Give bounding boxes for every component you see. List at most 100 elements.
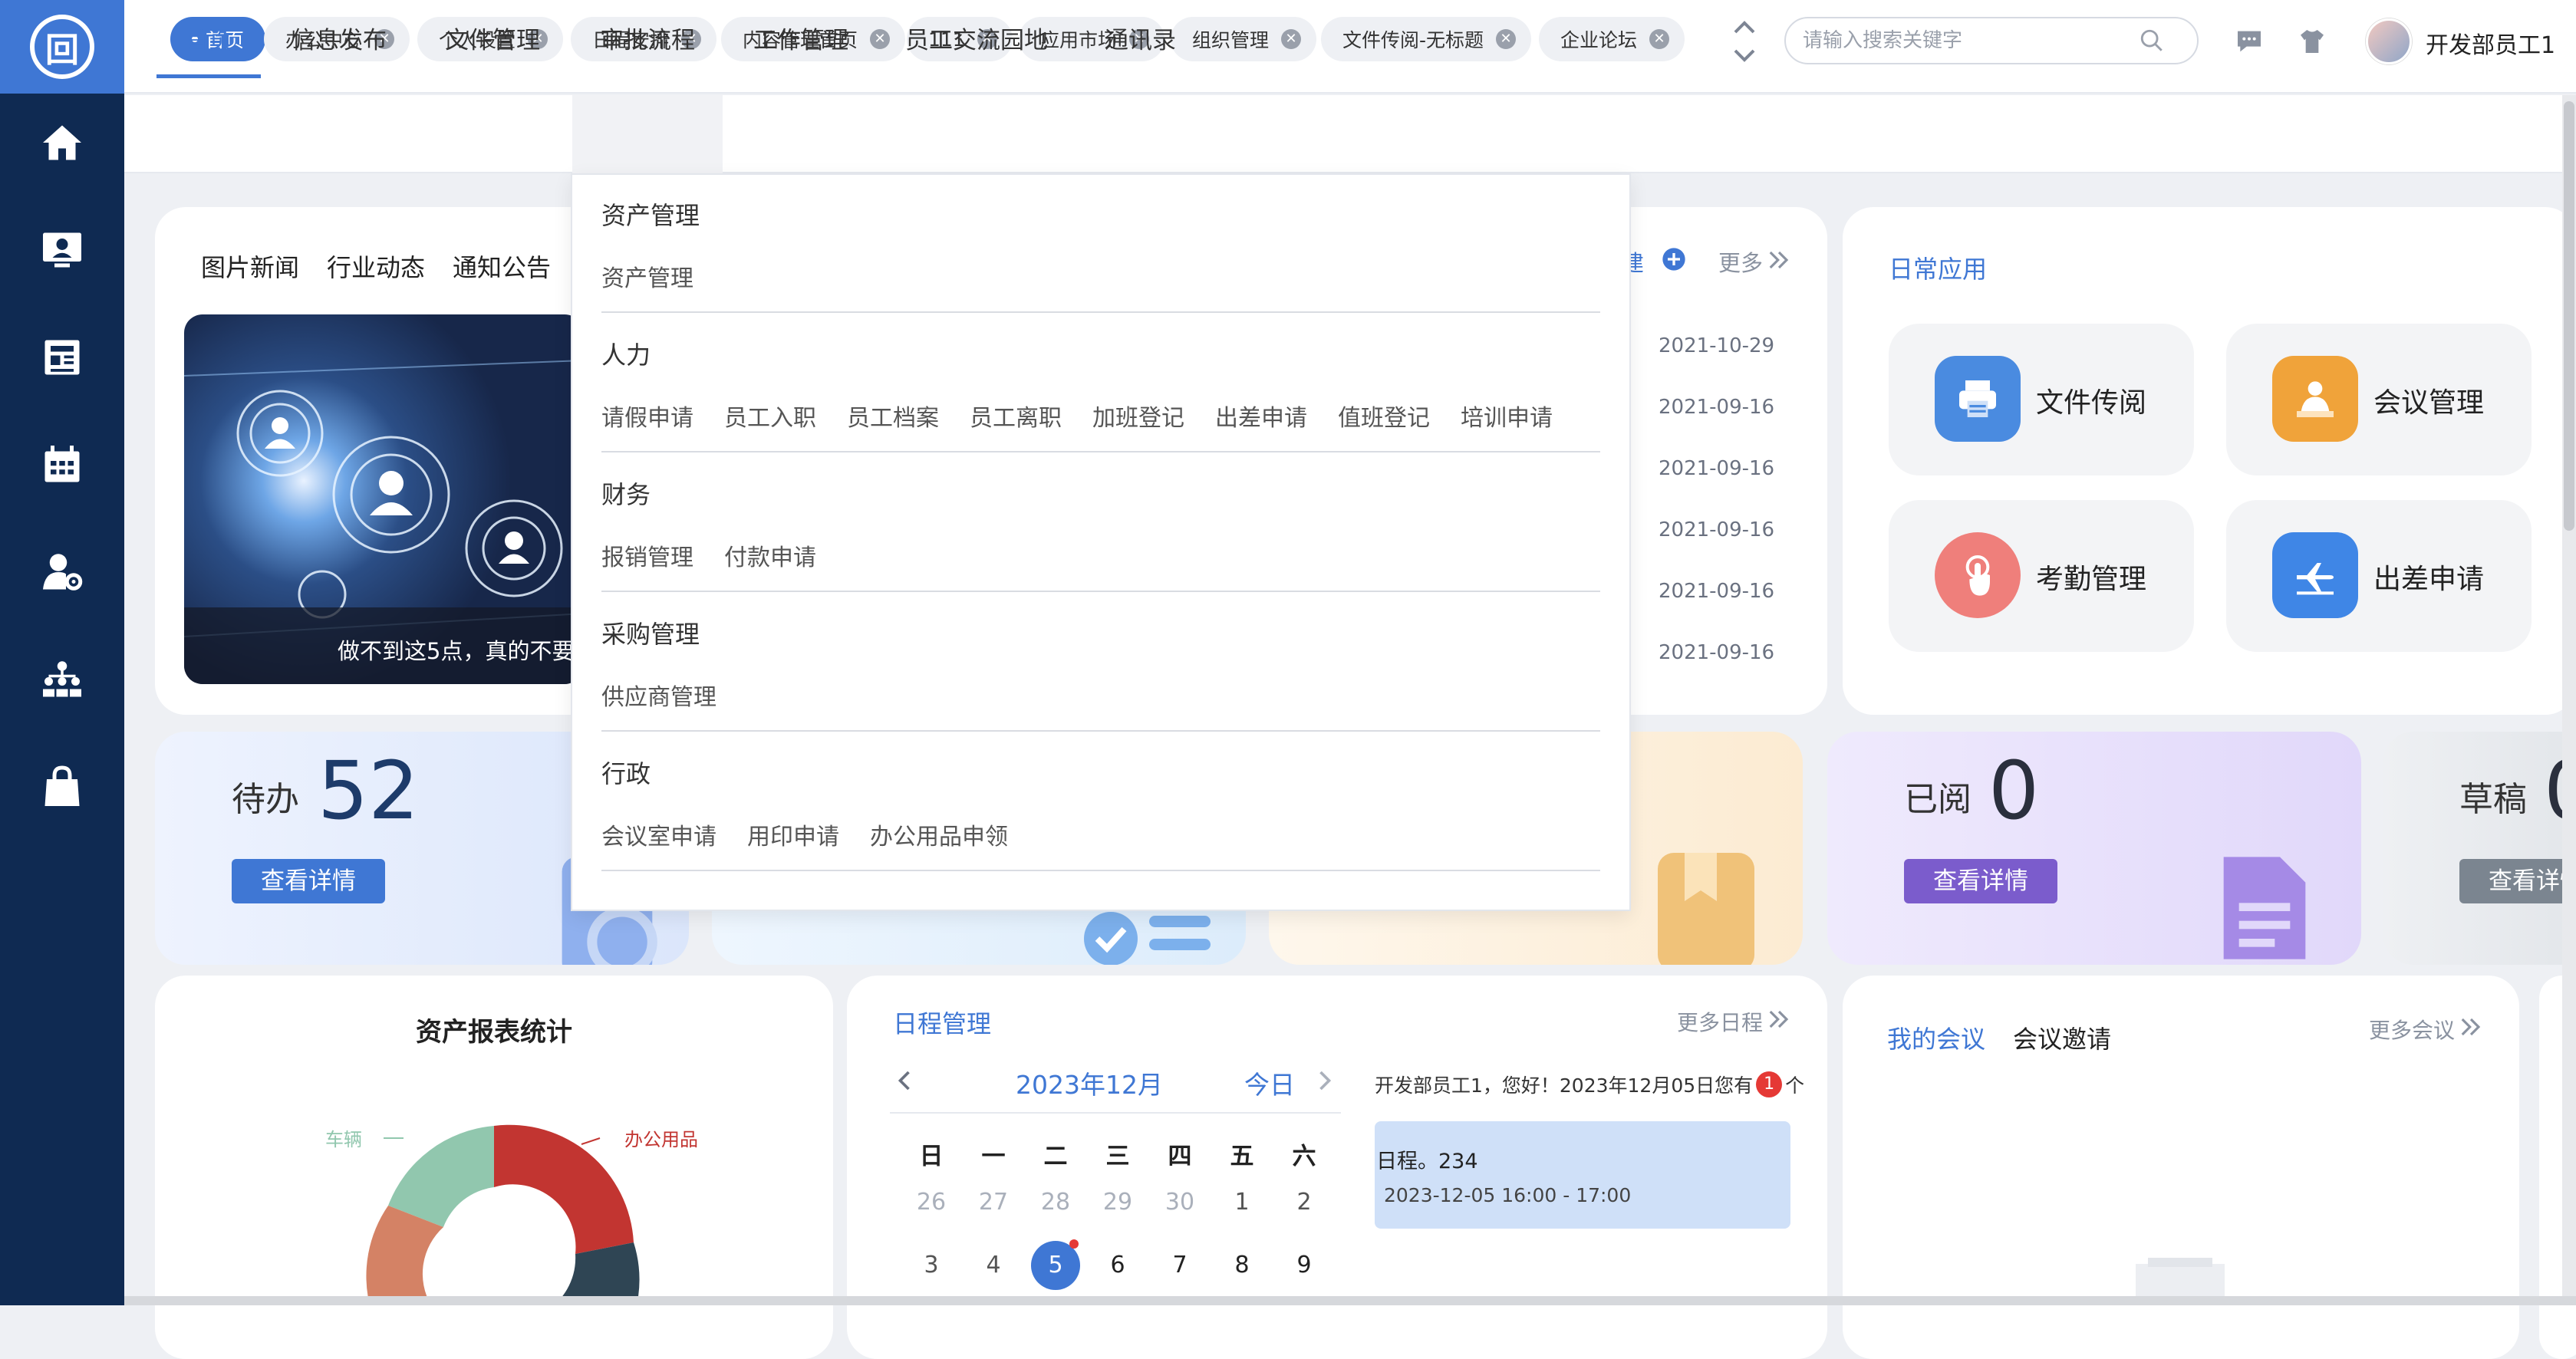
menu-item-overtime[interactable]: 加班登记	[1092, 399, 1184, 433]
user-settings-icon[interactable]	[0, 541, 124, 603]
tab-my-meetings[interactable]: 我的会议	[1887, 1020, 1985, 1055]
chart-slice-office-supplies[interactable]	[494, 1124, 634, 1254]
close-icon[interactable]: ✕	[870, 29, 891, 49]
app-logo[interactable]: 回	[0, 0, 124, 94]
calendar-day[interactable]: 2	[1281, 1189, 1327, 1216]
main-nav	[124, 95, 2576, 173]
menu-item-leave-request[interactable]: 请假申请	[601, 399, 693, 433]
menu-item-office-supplies[interactable]: 办公用品申领	[870, 818, 1008, 851]
scroll-thumb[interactable]	[2564, 101, 2574, 531]
menu-item-duty-register[interactable]: 值班登记	[1338, 399, 1430, 433]
chart-slice-dark[interactable]	[554, 1242, 640, 1296]
calendar-divider	[890, 1112, 1341, 1114]
schedule-event[interactable]: 日程。234 2023-12-05 16:00 - 17:00	[1375, 1121, 1790, 1229]
menu-item-meeting-room[interactable]: 会议室申请	[601, 818, 716, 851]
event-time: 2023-12-05 16:00 - 17:00	[1384, 1184, 1632, 1206]
prev-month-icon[interactable]	[896, 1069, 913, 1092]
app-business-trip[interactable]: 出差申请	[2226, 500, 2532, 652]
read-label: 已阅	[1904, 780, 1972, 819]
news-caption: 做不到这5点，真的不要	[338, 638, 575, 664]
meetings-more-link[interactable]: 更多会议	[2369, 1014, 2455, 1045]
close-icon[interactable]: ✕	[1649, 29, 1670, 49]
tab-meeting-invites[interactable]: 会议邀请	[2013, 1020, 2111, 1055]
news-date: 2021-09-16	[1659, 641, 1775, 664]
next-month-icon[interactable]	[1316, 1069, 1333, 1092]
close-icon[interactable]: ✕	[1496, 29, 1517, 49]
weekday-label: 四	[1168, 1143, 1192, 1170]
search-icon[interactable]	[2139, 28, 2165, 54]
read-count: 0	[1988, 744, 2040, 837]
calendar-day[interactable]: 27	[970, 1189, 1016, 1216]
menu-divider	[601, 591, 1600, 592]
schedule-title: 日程管理	[893, 1009, 992, 1038]
app-attendance[interactable]: 考勤管理	[1889, 500, 2194, 652]
news-more-link[interactable]: 更多	[1718, 245, 1763, 278]
skin-theme-icon[interactable]	[2297, 26, 2327, 57]
home-icon[interactable]	[0, 112, 124, 173]
menu-item-payment-request[interactable]: 付款申请	[724, 538, 816, 572]
menu-item-supplier-management[interactable]: 供应商管理	[601, 678, 716, 712]
shopping-bag-icon[interactable]	[0, 756, 124, 818]
nav-approval-flow[interactable]: 审批流程	[600, 0, 695, 78]
calendar-day-selected[interactable]: 5	[1033, 1252, 1079, 1278]
user-name[interactable]: 开发部员工1	[2426, 26, 2555, 60]
schedule-more-link[interactable]: 更多日程	[1677, 1006, 1763, 1037]
horizontal-scrollbar[interactable]	[124, 1296, 2576, 1305]
vertical-scrollbar[interactable]	[2562, 95, 2576, 1296]
tab-org-management[interactable]: 组织管理 ✕	[1171, 17, 1317, 61]
plus-circle-icon[interactable]	[1662, 247, 1686, 271]
tab-file-circulation[interactable]: 文件传阅-无标题 ✕	[1321, 17, 1532, 61]
calendar-day[interactable]: 30	[1157, 1189, 1203, 1216]
calendar-day[interactable]: 6	[1095, 1252, 1141, 1278]
tab-notices[interactable]: 通知公告	[453, 248, 551, 284]
user-monitor-icon[interactable]	[0, 219, 124, 281]
calendar-day[interactable]: 7	[1157, 1252, 1203, 1278]
message-icon[interactable]	[2234, 26, 2265, 57]
news-icon[interactable]	[0, 327, 124, 388]
menu-item-asset-management[interactable]: 资产管理	[601, 259, 693, 293]
draft-details-button[interactable]: 查看详情	[2459, 859, 2576, 903]
menu-item-business-trip[interactable]: 出差申请	[1215, 399, 1307, 433]
today-button[interactable]: 今日	[1244, 1064, 1295, 1101]
nav-info-publish[interactable]: 信息发布	[292, 0, 387, 78]
app-file-circulation[interactable]: 文件传阅	[1889, 324, 2194, 475]
nav-contacts[interactable]: 通讯录	[1105, 0, 1176, 78]
nav-file-management[interactable]: 文件管理	[445, 0, 540, 78]
org-chart-icon[interactable]	[0, 649, 124, 710]
calendar-day[interactable]: 4	[970, 1252, 1016, 1278]
menu-item-seal-request[interactable]: 用印申请	[747, 818, 839, 851]
calendar-day[interactable]: 26	[908, 1189, 954, 1216]
calendar-day[interactable]: 29	[1095, 1189, 1141, 1216]
calendar-day[interactable]: 8	[1219, 1252, 1265, 1278]
close-icon[interactable]: ✕	[1281, 29, 1302, 49]
nav-staff-forum[interactable]: 员工交流园地	[905, 0, 1048, 78]
nav-work-management[interactable]: 工作管理	[753, 0, 848, 78]
tab-forum[interactable]: 企业论坛 ✕	[1539, 17, 1685, 61]
menu-item-resignation[interactable]: 员工离职	[970, 399, 1062, 433]
app-meeting-management[interactable]: 会议管理	[2226, 324, 2532, 475]
search-box[interactable]	[1784, 17, 2199, 64]
tab-scroll-arrows[interactable]	[1729, 18, 1760, 64]
schedule-greeting: 开发部员工1，您好！2023年12月05日您有 1 个	[1375, 1071, 1804, 1098]
nav-home[interactable]: 首页	[156, 0, 261, 78]
tab-picture-news[interactable]: 图片新闻	[201, 248, 299, 284]
app-label: 文件传阅	[2036, 387, 2147, 419]
asset-report-title: 资产报表统计	[416, 1017, 572, 1048]
menu-item-training[interactable]: 培训申请	[1461, 399, 1553, 433]
calendar-day[interactable]: 28	[1033, 1189, 1079, 1216]
nav-hover-highlight	[572, 95, 723, 175]
double-chevron-right-icon	[1769, 251, 1789, 269]
search-input[interactable]	[1801, 28, 2139, 53]
calendar-day[interactable]: 9	[1281, 1252, 1327, 1278]
calendar-icon[interactable]	[0, 434, 124, 495]
tab-industry-news[interactable]: 行业动态	[327, 248, 425, 284]
menu-item-reimbursement[interactable]: 报销管理	[601, 538, 693, 572]
read-details-button[interactable]: 查看详情	[1904, 859, 2057, 903]
menu-item-onboarding[interactable]: 员工入职	[724, 399, 816, 433]
todo-details-button[interactable]: 查看详情	[232, 859, 385, 903]
menu-group-title: 采购管理	[601, 620, 700, 649]
calendar-day[interactable]: 1	[1219, 1189, 1265, 1216]
avatar[interactable]	[2366, 18, 2412, 64]
calendar-day[interactable]: 3	[908, 1252, 954, 1278]
menu-item-employee-records[interactable]: 员工档案	[847, 399, 939, 433]
